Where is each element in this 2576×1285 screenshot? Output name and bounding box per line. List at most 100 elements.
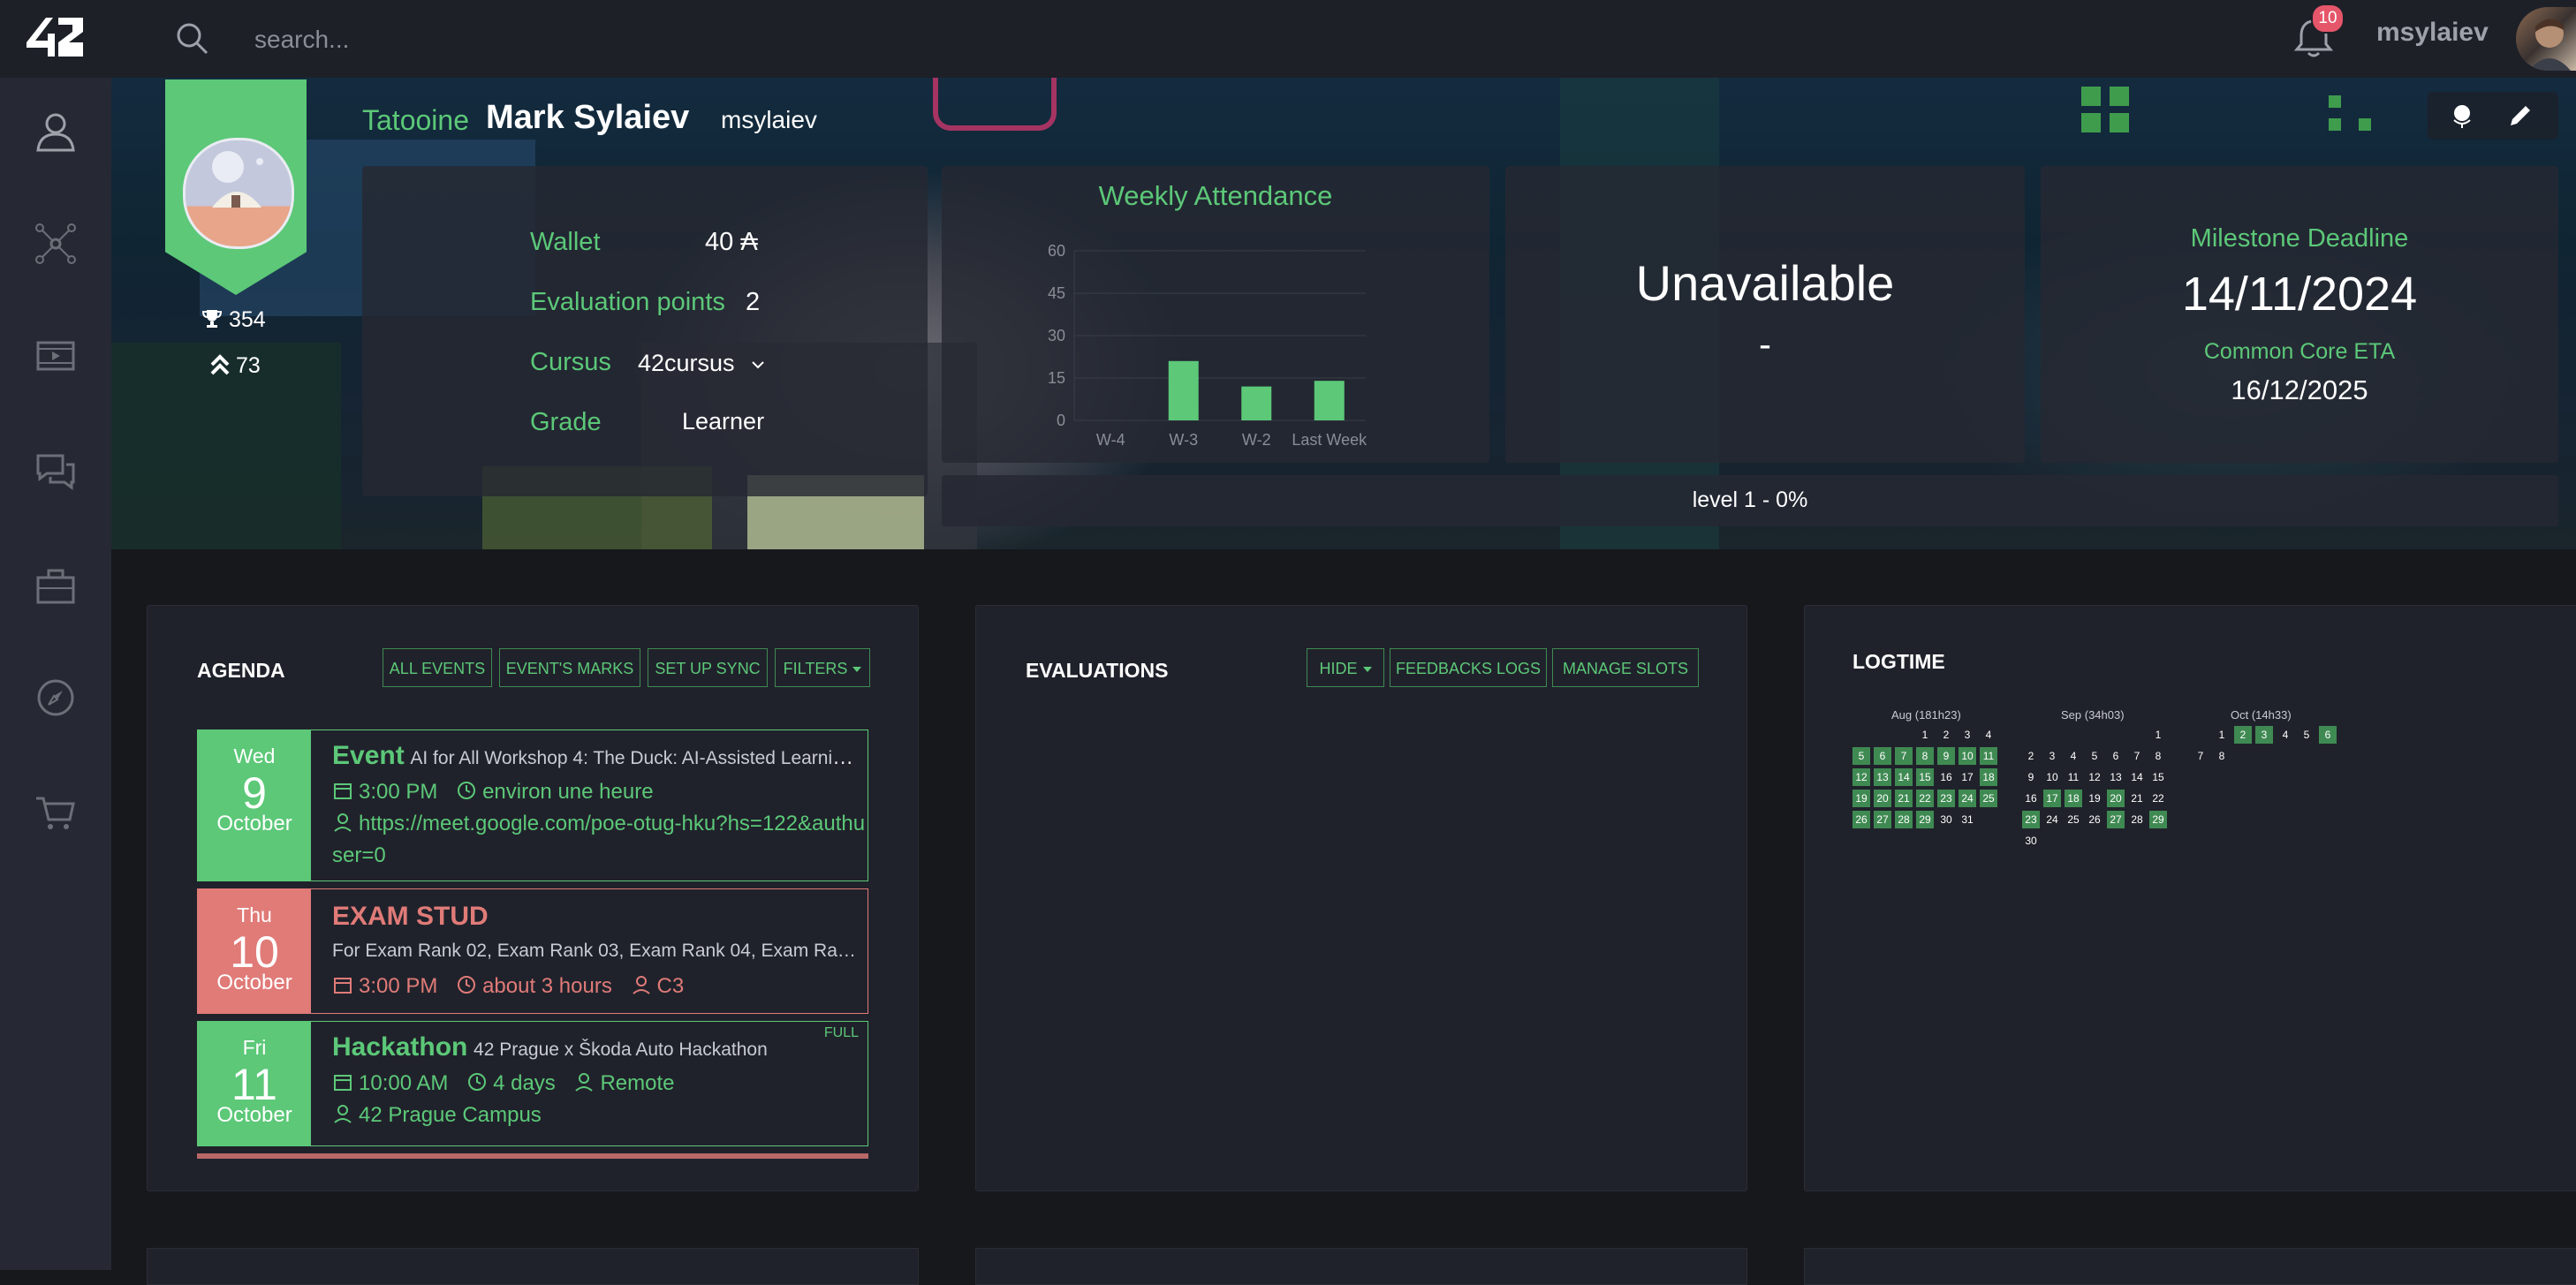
logtime-day[interactable]: 3	[2255, 726, 2273, 744]
logtime-day[interactable]: 23	[1937, 790, 1955, 807]
logtime-day[interactable]: 10	[2043, 768, 2061, 786]
shop-icon[interactable]	[33, 790, 79, 835]
logtime-day[interactable]: 25	[1980, 790, 1997, 807]
logtime-day[interactable]: 9	[1937, 747, 1955, 765]
attendance-bar[interactable]	[1168, 360, 1199, 420]
logtime-day[interactable]: 21	[2128, 790, 2146, 807]
event-location[interactable]: https://meet.google.com/poe-otug-hku?hs=…	[332, 812, 865, 836]
attendance-bar[interactable]	[1241, 386, 1272, 420]
logtime-day[interactable]: 1	[1916, 726, 1934, 744]
companies-icon[interactable]	[33, 563, 79, 609]
logtime-day[interactable]: 31	[1959, 811, 1976, 828]
edit-icon[interactable]	[2507, 102, 2534, 129]
logtime-day[interactable]: 9	[2022, 768, 2040, 786]
logtime-day[interactable]: 14	[2128, 768, 2146, 786]
logtime-day[interactable]: 5	[2086, 747, 2103, 765]
logtime-day[interactable]: 15	[2149, 768, 2167, 786]
logtime-day[interactable]: 6	[2319, 726, 2337, 744]
set-up-sync-button[interactable]: SET UP SYNC	[648, 648, 768, 687]
logtime-day[interactable]: 26	[2086, 811, 2103, 828]
logtime-day[interactable]: 18	[2065, 790, 2082, 807]
logtime-day[interactable]: 7	[2192, 747, 2209, 765]
all-events-button[interactable]: ALL EVENTS	[383, 648, 492, 687]
manage-slots-button[interactable]: MANAGE SLOTS	[1552, 648, 1699, 687]
logtime-day[interactable]: 29	[1916, 811, 1934, 828]
logtime-day[interactable]: 27	[2107, 811, 2125, 828]
logtime-day[interactable]: 12	[2086, 768, 2103, 786]
search-icon[interactable]	[173, 19, 212, 58]
logtime-day[interactable]: 27	[1874, 811, 1891, 828]
user-menu-name[interactable]: msylaiev	[2376, 18, 2489, 48]
forum-icon[interactable]	[33, 449, 79, 495]
logtime-day[interactable]: 4	[2065, 747, 2082, 765]
logtime-day[interactable]: 13	[2107, 768, 2125, 786]
logtime-day[interactable]: 1	[2149, 726, 2167, 744]
logtime-day[interactable]: 15	[1916, 768, 1934, 786]
cursus-select[interactable]: 42cursus	[638, 350, 766, 377]
logtime-day[interactable]: 29	[2149, 811, 2167, 828]
logtime-day[interactable]: 4	[1980, 726, 1997, 744]
logtime-day[interactable]: 17	[1959, 768, 1976, 786]
feedbacks-logs-button[interactable]: FEEDBACKS LOGS	[1390, 648, 1547, 687]
logtime-day[interactable]: 3	[1959, 726, 1976, 744]
logtime-day[interactable]: 14	[1895, 768, 1913, 786]
events-marks-button[interactable]: EVENT'S MARKS	[499, 648, 640, 687]
logtime-day[interactable]: 19	[2086, 790, 2103, 807]
logtime-day[interactable]: 10	[1959, 747, 1976, 765]
logtime-day[interactable]: 8	[1916, 747, 1934, 765]
logtime-day[interactable]: 30	[1937, 811, 1955, 828]
logtime-day[interactable]: 17	[2043, 790, 2061, 807]
logtime-day[interactable]: 11	[1980, 747, 1997, 765]
campus-name[interactable]: Tatooine	[362, 104, 469, 137]
logtime-day[interactable]: 26	[1852, 811, 1870, 828]
compass-icon[interactable]	[33, 675, 79, 721]
logtime-day[interactable]: 6	[1874, 747, 1891, 765]
logtime-day[interactable]: 2	[2234, 726, 2252, 744]
logtime-day[interactable]: 20	[1874, 790, 1891, 807]
profile-avatar[interactable]	[183, 138, 294, 249]
elearning-icon[interactable]	[33, 334, 79, 380]
school-logo[interactable]	[23, 12, 87, 62]
logtime-day[interactable]: 24	[1959, 790, 1976, 807]
logtime-day[interactable]: 6	[2107, 747, 2125, 765]
user-avatar[interactable]	[2516, 7, 2576, 71]
logtime-day[interactable]: 23	[2022, 811, 2040, 828]
logtime-day[interactable]: 8	[2149, 747, 2167, 765]
logtime-day[interactable]: 25	[2065, 811, 2082, 828]
logtime-day[interactable]: 12	[1852, 768, 1870, 786]
logtime-day[interactable]: 28	[1895, 811, 1913, 828]
logtime-day[interactable]: 11	[2065, 768, 2082, 786]
logtime-day[interactable]: 16	[2022, 790, 2040, 807]
logtime-day[interactable]: 22	[1916, 790, 1934, 807]
logtime-day[interactable]: 19	[1852, 790, 1870, 807]
attendance-bar[interactable]	[1314, 381, 1345, 420]
logtime-day[interactable]: 24	[2043, 811, 2061, 828]
notification-badge[interactable]: 10	[2311, 4, 2345, 34]
logtime-day[interactable]: 4	[2277, 726, 2294, 744]
logtime-day[interactable]: 16	[1937, 768, 1955, 786]
agenda-event[interactable]: Fri 11 October FULL Hackathon 42 Prague …	[197, 1021, 868, 1146]
logtime-day[interactable]: 3	[2043, 747, 2061, 765]
globe-icon[interactable]	[2449, 102, 2475, 129]
filters-button[interactable]: FILTERS	[775, 648, 870, 687]
logtime-day[interactable]: 20	[2107, 790, 2125, 807]
logtime-day[interactable]: 22	[2149, 790, 2167, 807]
profile-icon[interactable]	[33, 110, 79, 155]
logtime-day[interactable]: 13	[1874, 768, 1891, 786]
logtime-day[interactable]: 21	[1895, 790, 1913, 807]
logtime-day[interactable]: 8	[2213, 747, 2231, 765]
logtime-day[interactable]: 7	[2128, 747, 2146, 765]
agenda-event[interactable]: Wed 9 October Event AI for All Workshop …	[197, 729, 868, 881]
logtime-day[interactable]: 5	[1852, 747, 1870, 765]
logtime-day[interactable]: 28	[2128, 811, 2146, 828]
hide-button[interactable]: HIDE	[1307, 648, 1384, 687]
holy-graph-icon[interactable]	[33, 221, 79, 267]
logtime-day[interactable]: 2	[2022, 747, 2040, 765]
logtime-day[interactable]: 5	[2298, 726, 2315, 744]
logtime-day[interactable]: 30	[2022, 832, 2040, 850]
logtime-day[interactable]: 2	[1937, 726, 1955, 744]
logtime-day[interactable]: 1	[2213, 726, 2231, 744]
agenda-event[interactable]: Thu 10 October EXAM STUD For Exam Rank 0…	[197, 888, 868, 1014]
logtime-day[interactable]: 18	[1980, 768, 1997, 786]
search-input[interactable]	[253, 19, 786, 60]
